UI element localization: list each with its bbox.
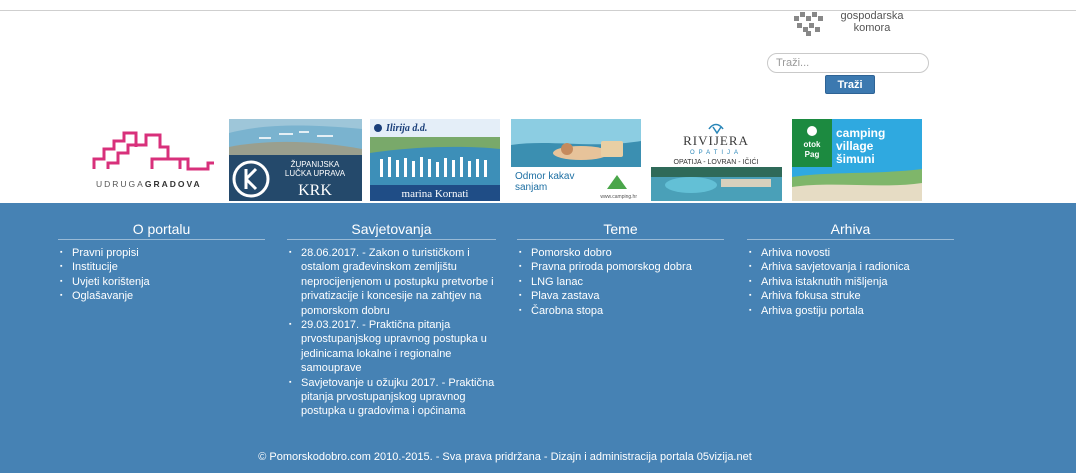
footer-column-o-portalu: O portalu Pravni propisi Institucije Uvj… — [58, 220, 265, 304]
rivijera-subtitle: OPATIJA — [690, 150, 742, 156]
footer-list-arhiva: Arhiva novosti Arhiva savjetovanja i rad… — [747, 246, 954, 318]
krk-line1: ŽUPANIJSKA — [291, 160, 340, 169]
rivijera-places: OPATIJA - LOVRAN - IČIĆI — [674, 157, 759, 166]
footer-link[interactable]: 28.06.2017. - Zakon o turističkom i osta… — [287, 246, 496, 318]
footer-column-savjetovanja: Savjetovanja 28.06.2017. - Zakon o turis… — [287, 220, 496, 419]
udruga-suffix: GRADOVA — [145, 179, 202, 189]
chamber-name-line1: gospodarska — [840, 10, 904, 22]
footer-link[interactable]: Pravni propisi — [58, 246, 265, 261]
footer-column-arhiva: Arhiva Arhiva novosti Arhiva savjetovanj… — [747, 220, 954, 318]
simuni-graphic: otok Pag camping village šimuni — [792, 119, 922, 201]
camping-url: www.camping.hr — [600, 194, 637, 200]
footer-list-savjetovanja: 28.06.2017. - Zakon o turističkom i osta… — [287, 246, 496, 419]
footer-link[interactable]: Čarobna stopa — [517, 304, 724, 319]
simuni-island1: otok — [804, 140, 821, 149]
marina-kornati-graphic: Ilirija d.d. marina Kornati — [370, 119, 500, 201]
simuni-line3: šimuni — [836, 152, 875, 166]
footer-link[interactable]: Plava zastava — [517, 289, 724, 304]
search-input[interactable] — [767, 53, 929, 73]
footer-link[interactable]: Arhiva gostiju portala — [747, 304, 954, 319]
footer-heading-arhiva: Arhiva — [747, 220, 954, 240]
footer-link[interactable]: Arhiva istaknutih mišljenja — [747, 275, 954, 290]
footer-column-teme: Teme Pomorsko dobro Pravna priroda pomor… — [517, 220, 724, 318]
krk-line2: LUČKA UPRAVA — [285, 169, 346, 178]
footer-link[interactable]: Uvjeti korištenja — [58, 275, 265, 290]
search-button[interactable]: Traži — [825, 75, 875, 94]
udruga-gradova-logo: UDRUGAGRADOVA — [92, 131, 214, 189]
banner-rivijera-opatija[interactable]: RIVIJERA OPATIJA OPATIJA - LOVRAN - IČIĆ… — [651, 119, 782, 201]
chamber-logo-icon — [794, 12, 823, 36]
footer-link[interactable]: 29.03.2017. - Praktična pitanja prvostup… — [287, 318, 496, 376]
footer-link[interactable]: Oglašavanje — [58, 289, 265, 304]
banner-zlu-krk[interactable]: ŽUPANIJSKA LUČKA UPRAVA KRK — [229, 119, 362, 201]
krk-name: KRK — [298, 182, 332, 199]
chamber-name: gospodarska komora — [836, 10, 908, 34]
footer-heading-savjetovanja: Savjetovanja — [287, 220, 496, 240]
camping-hr-graphic: Odmor kakav sanjam www.camping.hr — [511, 119, 641, 201]
chamber-logo[interactable]: gospodarska komora — [792, 10, 932, 40]
banner-camping-hr[interactable]: Odmor kakav sanjam www.camping.hr — [511, 119, 641, 201]
udruga-prefix: UDRUGA — [96, 179, 145, 189]
copyright-text: © Pomorskodobro.com 2010.-2015. - Sva pr… — [258, 451, 752, 463]
svg-text:UDRUGAGRADOVA: UDRUGAGRADOVA — [96, 179, 202, 189]
footer-link[interactable]: Institucije — [58, 260, 265, 275]
footer-link[interactable]: Arhiva novosti — [747, 246, 954, 261]
camping-line2: sanjam — [515, 182, 547, 193]
banner-marina-kornati[interactable]: Ilirija d.d. marina Kornati — [370, 119, 500, 201]
footer-list-o-portalu: Pravni propisi Institucije Uvjeti korišt… — [58, 246, 265, 304]
marina-caption: marina Kornati — [402, 188, 469, 200]
camping-line1: Odmor kakav — [515, 171, 574, 182]
ilirija-brand: Ilirija d.d. — [385, 123, 427, 134]
chamber-name-line2: komora — [853, 22, 891, 34]
footer-link[interactable]: LNG lanac — [517, 275, 724, 290]
footer-heading-teme: Teme — [517, 220, 724, 240]
footer-heading-o-portalu: O portalu — [58, 220, 265, 240]
footer-list-teme: Pomorsko dobro Pravna priroda pomorskog … — [517, 246, 724, 318]
footer-link[interactable]: Savjetovanje u ožujku 2017. - Praktična … — [287, 376, 496, 419]
banner-camping-simuni[interactable]: otok Pag camping village šimuni — [792, 119, 922, 201]
site-footer: O portalu Pravni propisi Institucije Uvj… — [0, 203, 1076, 473]
simuni-island2: Pag — [805, 150, 820, 159]
rivijera-graphic: RIVIJERA OPATIJA OPATIJA - LOVRAN - IČIĆ… — [651, 119, 782, 201]
simuni-line2: village — [836, 139, 874, 153]
simuni-line1: camping — [836, 126, 885, 140]
krk-banner-graphic: ŽUPANIJSKA LUČKA UPRAVA KRK — [229, 119, 362, 201]
footer-link[interactable]: Arhiva savjetovanja i radionica — [747, 260, 954, 275]
footer-link[interactable]: Arhiva fokusa struke — [747, 289, 954, 304]
banner-udruga-gradova[interactable]: UDRUGAGRADOVA — [88, 119, 221, 201]
rivijera-title: RIVIJERA — [683, 133, 749, 148]
footer-link[interactable]: Pravna priroda pomorskog dobra — [517, 260, 724, 275]
footer-link[interactable]: Pomorsko dobro — [517, 246, 724, 261]
